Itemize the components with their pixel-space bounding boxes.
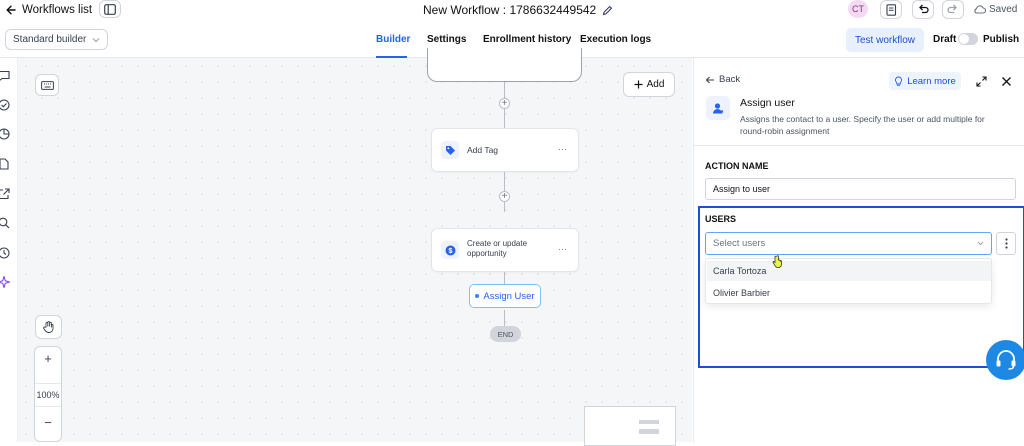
- node-menu-button[interactable]: ···: [558, 144, 567, 154]
- workflow-title-area: New Workflow : 1786632449542: [423, 2, 613, 18]
- toggle-knob: [959, 34, 969, 44]
- close-icon[interactable]: [1001, 76, 1012, 87]
- pointer-cursor-icon: [771, 255, 783, 269]
- tab-execution-logs[interactable]: Execution logs: [580, 34, 651, 45]
- draft-label: Draft: [933, 34, 957, 45]
- file-icon[interactable]: [0, 158, 10, 170]
- kebab-icon: [1004, 238, 1008, 249]
- document-icon: [885, 3, 897, 16]
- pan-tool-button[interactable]: [35, 315, 62, 339]
- workflow-title: New Workflow : 1786632449542: [423, 3, 597, 17]
- test-workflow-button[interactable]: Test workflow: [846, 28, 924, 52]
- minimap-node: [639, 420, 659, 424]
- check-circle-icon[interactable]: [0, 99, 10, 111]
- builder-type-select[interactable]: Standard builder: [5, 29, 108, 50]
- assign-user-icon: [706, 96, 730, 120]
- arrow-left-icon: [5, 4, 17, 16]
- users-dropdown: Carla Tortoza Olivier Barbier: [705, 258, 992, 304]
- action-config-panel: Back Learn more Assign user Assigns the …: [693, 58, 1024, 442]
- action-title: Assign user: [740, 97, 795, 109]
- panel-back-link[interactable]: Back: [705, 74, 740, 85]
- users-select-placeholder: Select users: [713, 238, 766, 249]
- minimap[interactable]: [584, 406, 676, 446]
- arrow-left-icon: [705, 75, 715, 85]
- user-option-olivier[interactable]: Olivier Barbier: [707, 283, 991, 303]
- sparkle-icon[interactable]: [0, 276, 10, 288]
- node-menu-button[interactable]: ···: [558, 244, 567, 254]
- undo-icon: [917, 4, 929, 15]
- help-support-button[interactable]: [986, 340, 1024, 380]
- builder-type-value: Standard builder: [13, 34, 87, 45]
- toggle-sidebar-button[interactable]: [99, 0, 121, 18]
- assign-user-node[interactable]: Assign User: [469, 284, 541, 308]
- action-description: Assigns the contact to a user. Specify t…: [740, 114, 985, 136]
- add-button-label: Add: [646, 79, 665, 90]
- headset-icon: [995, 350, 1017, 370]
- save-status: Saved: [973, 2, 1017, 16]
- zoom-level: 100%: [35, 383, 61, 407]
- dollar-icon: $: [441, 241, 459, 259]
- trigger-block[interactable]: [427, 48, 582, 82]
- pie-chart-icon[interactable]: [0, 128, 10, 140]
- workflows-list-label: Workflows list: [22, 4, 93, 16]
- learn-more-label: Learn more: [907, 75, 956, 87]
- users-label: USERS: [705, 214, 737, 224]
- avatar[interactable]: CT: [848, 0, 868, 18]
- search-icon[interactable]: [0, 217, 10, 229]
- minimap-node: [639, 429, 659, 434]
- add-step-button[interactable]: +: [499, 191, 510, 202]
- create-opportunity-node[interactable]: $ Create or update opportunity ···: [431, 228, 579, 272]
- divider: [694, 145, 1024, 146]
- assign-user-label: Assign User: [483, 290, 535, 302]
- left-icon-rail: [0, 58, 18, 442]
- zoom-out-button[interactable]: −: [35, 415, 61, 437]
- tab-settings[interactable]: Settings: [427, 34, 466, 45]
- chat-icon[interactable]: [0, 70, 10, 82]
- top-bar: Workflows list New Workflow : 1786632449…: [0, 0, 1024, 20]
- back-to-workflows-link[interactable]: Workflows list: [5, 2, 92, 18]
- plus-icon: [634, 80, 643, 89]
- end-node: END: [490, 326, 521, 342]
- hand-icon: [43, 321, 54, 333]
- add-button[interactable]: Add: [623, 72, 675, 97]
- lightbulb-icon: [894, 76, 903, 86]
- zoom-controls: + 100% −: [34, 346, 62, 442]
- add-step-button[interactable]: +: [499, 98, 510, 109]
- pencil-icon[interactable]: [602, 5, 613, 16]
- redo-button[interactable]: [942, 0, 964, 19]
- add-tag-label: Add Tag: [467, 145, 499, 155]
- redo-icon: [947, 4, 959, 15]
- add-tag-node[interactable]: Add Tag ···: [431, 128, 579, 172]
- user-option-carla[interactable]: Carla Tortoza: [707, 261, 991, 281]
- notes-button[interactable]: [880, 0, 902, 19]
- workflow-canvas[interactable]: Add + + Add Tag ··· $ Create or update o…: [18, 48, 692, 446]
- opportunity-label: Create or update opportunity: [467, 239, 528, 258]
- sidebar-icon: [104, 3, 116, 15]
- tag-icon: [441, 141, 459, 159]
- status-dot: [475, 294, 480, 298]
- saved-label: Saved: [989, 3, 1018, 15]
- connector-line: [504, 270, 505, 285]
- tab-builder[interactable]: Builder: [376, 34, 410, 45]
- zoom-in-button[interactable]: +: [35, 351, 61, 373]
- expand-icon[interactable]: [976, 76, 987, 87]
- users-options-button[interactable]: [996, 232, 1016, 255]
- action-name-input[interactable]: Assign to user: [705, 178, 1016, 200]
- learn-more-button[interactable]: Learn more: [889, 72, 961, 90]
- back-label: Back: [719, 74, 741, 85]
- chevron-down-icon: [92, 37, 100, 43]
- external-link-icon[interactable]: [0, 188, 10, 200]
- connector-line: [504, 310, 505, 326]
- keyboard-shortcuts-button[interactable]: [35, 74, 59, 96]
- action-name-label: ACTION NAME: [705, 161, 769, 171]
- cloud-icon: [973, 4, 986, 14]
- undo-button[interactable]: [912, 0, 934, 19]
- publish-label: Publish: [983, 34, 1020, 45]
- keyboard-icon: [40, 80, 54, 90]
- tab-enrollment-history[interactable]: Enrollment history: [483, 34, 571, 45]
- users-select[interactable]: Select users: [705, 232, 992, 255]
- chevron-down-icon: [977, 241, 984, 246]
- history-icon[interactable]: [0, 247, 10, 259]
- publish-toggle[interactable]: [958, 33, 978, 45]
